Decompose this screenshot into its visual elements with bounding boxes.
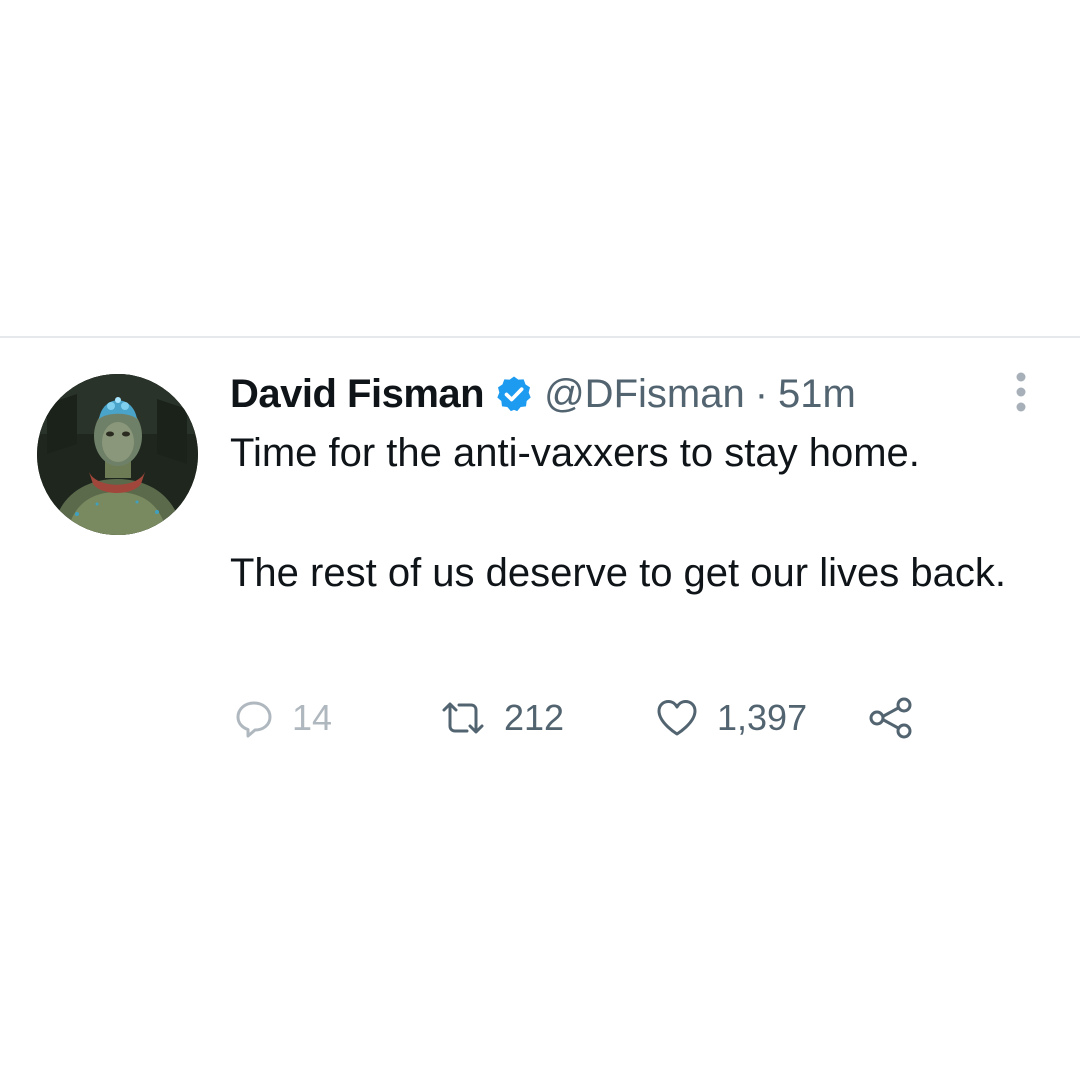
reply-count: 14 — [292, 697, 333, 738]
tweet-header: David Fisman @DFisman · 51m — [230, 366, 856, 422]
author-name[interactable]: David Fisman — [230, 372, 485, 417]
retweet-button[interactable]: 212 — [440, 690, 564, 746]
author-handle[interactable]: @DFisman — [544, 372, 745, 417]
like-button[interactable]: 1,397 — [655, 690, 807, 746]
like-count: 1,397 — [717, 697, 808, 738]
reply-button[interactable]: 14 — [234, 690, 332, 746]
share-icon — [869, 697, 912, 739]
retweet-icon — [442, 702, 484, 734]
tweet-paragraph: The rest of us deserve to get our lives … — [230, 551, 1006, 595]
heart-icon — [657, 700, 697, 736]
share-button[interactable] — [868, 690, 914, 746]
tweet-paragraph: Time for the anti-vaxxers to stay home. — [230, 431, 920, 475]
retweet-count: 212 — [504, 697, 565, 738]
tweet-timestamp[interactable]: 51m — [778, 372, 856, 417]
more-vertical-icon[interactable] — [1010, 370, 1032, 414]
header-separator: · — [754, 371, 769, 416]
top-divider — [0, 336, 1080, 338]
verified-badge-icon — [494, 374, 534, 414]
tweet-text: Time for the anti-vaxxers to stay home. … — [230, 424, 1030, 602]
tweet-actions: 14 212 1,397 — [230, 690, 930, 746]
avatar-image — [37, 374, 198, 535]
reply-icon — [236, 701, 272, 738]
avatar[interactable] — [37, 374, 198, 535]
